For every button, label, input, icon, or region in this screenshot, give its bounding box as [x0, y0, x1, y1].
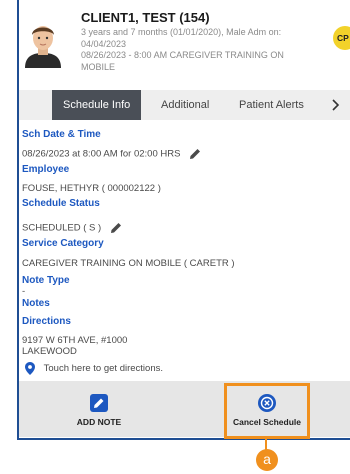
note-type-label: Note Type — [22, 275, 70, 286]
chevron-right-icon[interactable] — [331, 90, 340, 120]
tab-bar: Schedule Info Additional Patient Alerts — [19, 90, 350, 120]
client-name: CLIENT1, TEST (154) — [81, 10, 210, 25]
tab-schedule-info[interactable]: Schedule Info — [52, 90, 142, 120]
cp-badge[interactable]: CP — [333, 26, 350, 50]
client-details-line: MOBILE — [81, 61, 116, 72]
directions-link[interactable]: Touch here to get directions. — [25, 362, 163, 375]
add-note-button[interactable]: ADD NOTE — [59, 381, 139, 437]
address-line2: LAKEWOOD — [22, 346, 77, 357]
client-header: CLIENT1, TEST (154) 3 years and 7 months… — [19, 0, 350, 88]
client-details-line: 3 years and 7 months (01/01/2020), Male … — [81, 27, 282, 37]
edit-pencil-icon[interactable] — [109, 221, 123, 235]
sch-date-row: 08/26/2023 at 8:00 AM for 02:00 HRS — [22, 147, 202, 161]
location-pin-icon — [25, 362, 35, 375]
highlight-box — [224, 383, 310, 439]
service-category-value: CAREGIVER TRAINING ON MOBILE ( CARETR ) — [22, 258, 235, 269]
app-frame: CLIENT1, TEST (154) 3 years and 7 months… — [17, 0, 350, 440]
add-note-label: ADD NOTE — [76, 417, 122, 427]
directions-label: Directions — [22, 316, 71, 327]
edit-note-icon — [90, 394, 108, 412]
client-details-line: 08/26/2023 - 8:00 AM CAREGIVER TRAINING … — [81, 50, 284, 60]
client-avatar — [23, 20, 63, 68]
sch-date-label: Sch Date & Time — [22, 129, 101, 140]
tab-patient-alerts[interactable]: Patient Alerts — [239, 90, 304, 120]
notes-label: Notes — [22, 298, 50, 309]
directions-link-text: Touch here to get directions. — [43, 363, 163, 375]
edit-pencil-icon[interactable] — [188, 147, 202, 161]
employee-value: FOUSE, HETHYR ( 000002122 ) — [22, 183, 161, 194]
service-category-label: Service Category — [22, 238, 104, 249]
schedule-status-label: Schedule Status — [22, 198, 100, 209]
employee-label: Employee — [22, 164, 70, 175]
sch-date-value: 08/26/2023 at 8:00 AM for 02:00 HRS — [22, 148, 181, 160]
client-details: 3 years and 7 months (01/01/2020), Male … — [81, 27, 313, 73]
client-details-line: 04/04/2023 — [81, 38, 127, 49]
schedule-status-row: SCHEDULED ( S ) — [22, 221, 123, 235]
schedule-status-value: SCHEDULED ( S ) — [22, 222, 102, 234]
tab-additional[interactable]: Additional — [161, 90, 209, 120]
annotation-marker: a — [256, 449, 278, 471]
note-type-value: - — [22, 286, 26, 297]
